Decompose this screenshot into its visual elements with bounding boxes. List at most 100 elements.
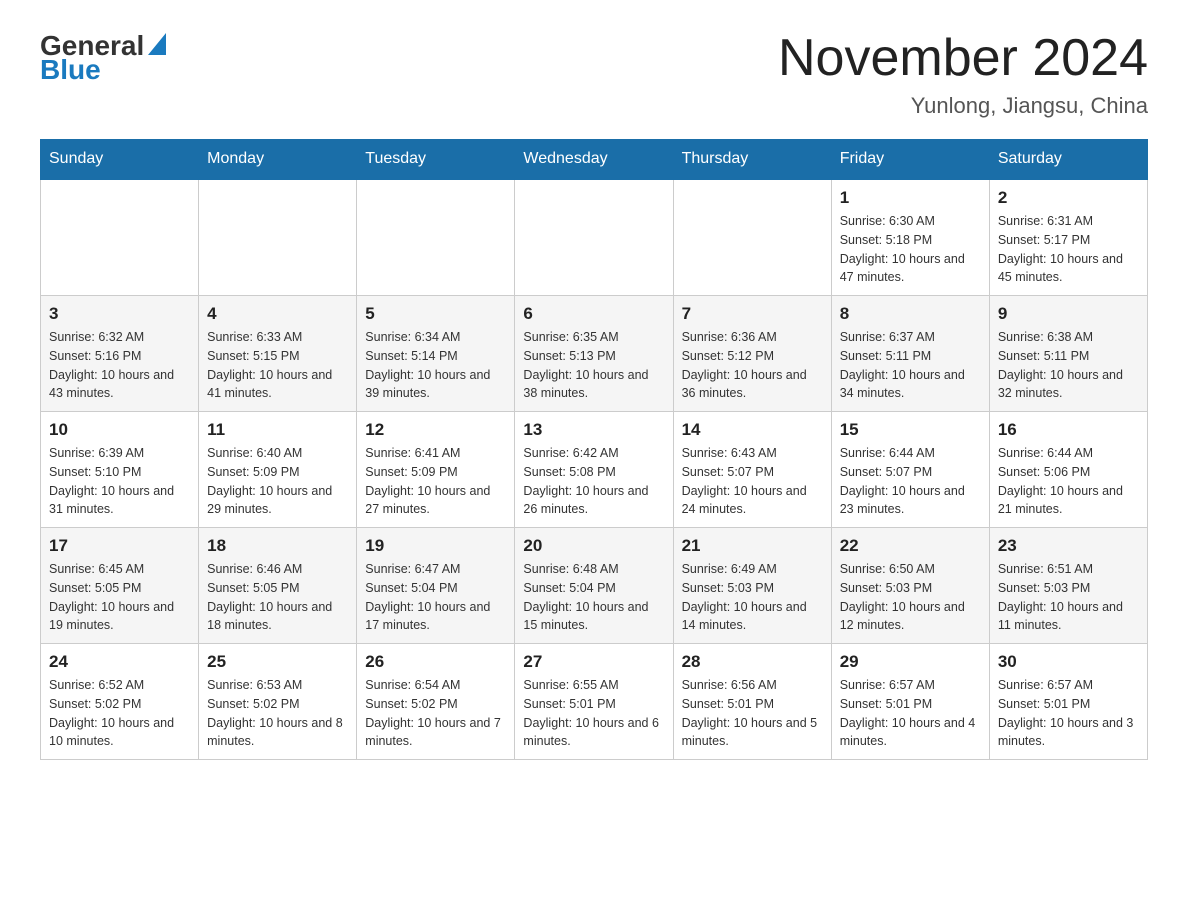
- logo-arrow-icon: [148, 33, 166, 55]
- calendar-cell: 19 Sunrise: 6:47 AMSunset: 5:04 PMDayligh…: [357, 528, 515, 644]
- weekday-header-wednesday: Wednesday: [515, 140, 673, 180]
- weekday-header-friday: Friday: [831, 140, 989, 180]
- day-info: Sunrise: 6:36 AMSunset: 5:12 PMDaylight:…: [682, 328, 823, 403]
- day-number: 20: [523, 536, 664, 556]
- day-info: Sunrise: 6:47 AMSunset: 5:04 PMDaylight:…: [365, 560, 506, 635]
- calendar-cell: 20Sunrise: 6:48 AMSunset: 5:04 PMDayligh…: [515, 528, 673, 644]
- day-info: Sunrise: 6:33 AMSunset: 5:15 PMDaylight:…: [207, 328, 348, 403]
- day-number: 19: [365, 536, 506, 556]
- day-number: 3: [49, 304, 190, 324]
- day-number: 22: [840, 536, 981, 556]
- calendar-cell: 25 Sunrise: 6:53 AMSunset: 5:02 PMDayligh…: [199, 644, 357, 760]
- week-row-4: 17Sunrise: 6:45 AMSunset: 5:05 PMDayligh…: [41, 528, 1148, 644]
- day-info: Sunrise: 6:43 AMSunset: 5:07 PMDaylight:…: [682, 444, 823, 519]
- title-block: November 2024 Yunlong, Jiangsu, China: [778, 30, 1148, 119]
- calendar-cell: 21Sunrise: 6:49 AMSunset: 5:03 PMDayligh…: [673, 528, 831, 644]
- day-number: 14: [682, 420, 823, 440]
- calendar-cell: 13Sunrise: 6:42 AMSunset: 5:08 PMDayligh…: [515, 412, 673, 528]
- page-header: General Blue November 2024 Yunlong, Jian…: [40, 30, 1148, 119]
- day-number: 2: [998, 188, 1139, 208]
- day-number: 23: [998, 536, 1139, 556]
- day-info: Sunrise: 6:53 AMSunset: 5:02 PMDaylight:…: [207, 676, 348, 751]
- day-number: 30: [998, 652, 1139, 672]
- day-info: Sunrise: 6:44 AMSunset: 5:06 PMDaylight:…: [998, 444, 1139, 519]
- calendar-cell: 10 Sunrise: 6:39 AMSunset: 5:10 PMDayligh…: [41, 412, 199, 528]
- day-info: Sunrise: 6:57 AMSunset: 5:01 PMDaylight:…: [998, 676, 1139, 751]
- calendar-cell: 9 Sunrise: 6:38 AMSunset: 5:11 PMDaylight…: [989, 296, 1147, 412]
- day-number: 25: [207, 652, 348, 672]
- day-number: 4: [207, 304, 348, 324]
- day-info: Sunrise: 6:38 AMSunset: 5:11 PMDaylight:…: [998, 328, 1139, 403]
- weekday-header-monday: Monday: [199, 140, 357, 180]
- calendar-cell: 17Sunrise: 6:45 AMSunset: 5:05 PMDayligh…: [41, 528, 199, 644]
- day-info: Sunrise: 6:37 AMSunset: 5:11 PMDaylight:…: [840, 328, 981, 403]
- day-info: Sunrise: 6:34 AMSunset: 5:14 PMDaylight:…: [365, 328, 506, 403]
- logo-blue-text: Blue: [40, 54, 101, 86]
- day-info: Sunrise: 6:50 AMSunset: 5:03 PMDaylight:…: [840, 560, 981, 635]
- weekday-header-row: SundayMondayTuesdayWednesdayThursdayFrid…: [41, 140, 1148, 180]
- day-info: Sunrise: 6:54 AMSunset: 5:02 PMDaylight:…: [365, 676, 506, 751]
- day-info: Sunrise: 6:41 AMSunset: 5:09 PMDaylight:…: [365, 444, 506, 519]
- calendar-cell: 23 Sunrise: 6:51 AMSunset: 5:03 PMDayligh…: [989, 528, 1147, 644]
- week-row-5: 24Sunrise: 6:52 AMSunset: 5:02 PMDayligh…: [41, 644, 1148, 760]
- day-info: Sunrise: 6:31 AMSunset: 5:17 PMDaylight:…: [998, 212, 1139, 287]
- calendar-cell: 15 Sunrise: 6:44 AMSunset: 5:07 PMDayligh…: [831, 412, 989, 528]
- calendar-cell: 2 Sunrise: 6:31 AMSunset: 5:17 PMDaylight…: [989, 179, 1147, 296]
- day-info: Sunrise: 6:32 AMSunset: 5:16 PMDaylight:…: [49, 328, 190, 403]
- calendar-cell: 5 Sunrise: 6:34 AMSunset: 5:14 PMDaylight…: [357, 296, 515, 412]
- day-info: Sunrise: 6:52 AMSunset: 5:02 PMDaylight:…: [49, 676, 190, 751]
- day-info: Sunrise: 6:39 AMSunset: 5:10 PMDaylight:…: [49, 444, 190, 519]
- day-number: 26: [365, 652, 506, 672]
- calendar-subtitle: Yunlong, Jiangsu, China: [778, 93, 1148, 119]
- calendar-table: SundayMondayTuesdayWednesdayThursdayFrid…: [40, 139, 1148, 760]
- calendar-cell: [673, 179, 831, 296]
- calendar-cell: [357, 179, 515, 296]
- calendar-cell: 24Sunrise: 6:52 AMSunset: 5:02 PMDayligh…: [41, 644, 199, 760]
- calendar-cell: 6 Sunrise: 6:35 AMSunset: 5:13 PMDaylight…: [515, 296, 673, 412]
- day-info: Sunrise: 6:55 AMSunset: 5:01 PMDaylight:…: [523, 676, 664, 751]
- week-row-1: 1 Sunrise: 6:30 AMSunset: 5:18 PMDaylight…: [41, 179, 1148, 296]
- day-number: 18: [207, 536, 348, 556]
- day-number: 16: [998, 420, 1139, 440]
- calendar-cell: 22 Sunrise: 6:50 AMSunset: 5:03 PMDayligh…: [831, 528, 989, 644]
- day-info: Sunrise: 6:40 AMSunset: 5:09 PMDaylight:…: [207, 444, 348, 519]
- day-number: 10: [49, 420, 190, 440]
- calendar-cell: 18 Sunrise: 6:46 AMSunset: 5:05 PMDayligh…: [199, 528, 357, 644]
- week-row-2: 3 Sunrise: 6:32 AMSunset: 5:16 PMDaylight…: [41, 296, 1148, 412]
- calendar-cell: [199, 179, 357, 296]
- calendar-cell: 1 Sunrise: 6:30 AMSunset: 5:18 PMDaylight…: [831, 179, 989, 296]
- day-number: 6: [523, 304, 664, 324]
- weekday-header-thursday: Thursday: [673, 140, 831, 180]
- day-number: 9: [998, 304, 1139, 324]
- day-number: 15: [840, 420, 981, 440]
- day-number: 11: [207, 420, 348, 440]
- weekday-header-sunday: Sunday: [41, 140, 199, 180]
- calendar-cell: 11 Sunrise: 6:40 AMSunset: 5:09 PMDayligh…: [199, 412, 357, 528]
- day-info: Sunrise: 6:30 AMSunset: 5:18 PMDaylight:…: [840, 212, 981, 287]
- day-info: Sunrise: 6:44 AMSunset: 5:07 PMDaylight:…: [840, 444, 981, 519]
- calendar-cell: 26 Sunrise: 6:54 AMSunset: 5:02 PMDayligh…: [357, 644, 515, 760]
- calendar-cell: 14 Sunrise: 6:43 AMSunset: 5:07 PMDayligh…: [673, 412, 831, 528]
- day-number: 5: [365, 304, 506, 324]
- calendar-cell: 27 Sunrise: 6:55 AMSunset: 5:01 PMDayligh…: [515, 644, 673, 760]
- day-number: 28: [682, 652, 823, 672]
- calendar-cell: 28 Sunrise: 6:56 AMSunset: 5:01 PMDayligh…: [673, 644, 831, 760]
- day-info: Sunrise: 6:46 AMSunset: 5:05 PMDaylight:…: [207, 560, 348, 635]
- day-info: Sunrise: 6:51 AMSunset: 5:03 PMDaylight:…: [998, 560, 1139, 635]
- calendar-cell: 30 Sunrise: 6:57 AMSunset: 5:01 PMDayligh…: [989, 644, 1147, 760]
- day-info: Sunrise: 6:57 AMSunset: 5:01 PMDaylight:…: [840, 676, 981, 751]
- logo-blue-section: [146, 38, 166, 55]
- weekday-header-saturday: Saturday: [989, 140, 1147, 180]
- day-number: 27: [523, 652, 664, 672]
- day-info: Sunrise: 6:56 AMSunset: 5:01 PMDaylight:…: [682, 676, 823, 751]
- calendar-cell: 12 Sunrise: 6:41 AMSunset: 5:09 PMDayligh…: [357, 412, 515, 528]
- day-info: Sunrise: 6:35 AMSunset: 5:13 PMDaylight:…: [523, 328, 664, 403]
- day-info: Sunrise: 6:45 AMSunset: 5:05 PMDaylight:…: [49, 560, 190, 635]
- calendar-cell: 8Sunrise: 6:37 AMSunset: 5:11 PMDaylight…: [831, 296, 989, 412]
- day-number: 12: [365, 420, 506, 440]
- logo: General Blue: [40, 30, 166, 86]
- day-number: 29: [840, 652, 981, 672]
- day-number: 13: [523, 420, 664, 440]
- calendar-cell: 16 Sunrise: 6:44 AMSunset: 5:06 PMDayligh…: [989, 412, 1147, 528]
- day-number: 1: [840, 188, 981, 208]
